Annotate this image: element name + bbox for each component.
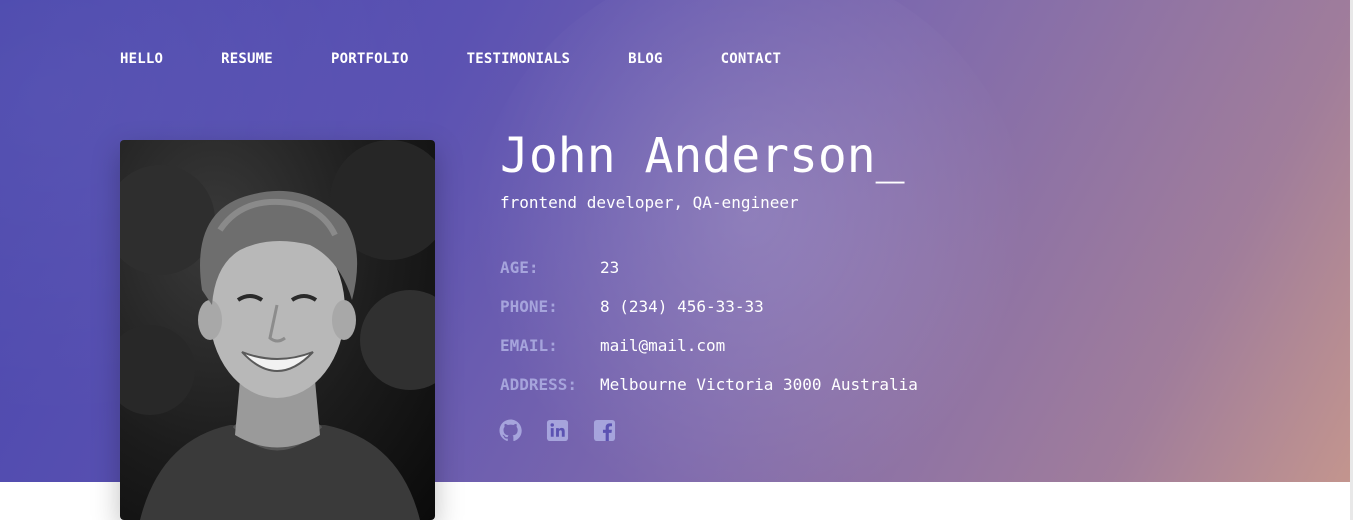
info-label-age: AGE: [500, 258, 539, 277]
profile-name: John Anderson_ [500, 128, 905, 184]
github-icon[interactable] [499, 419, 522, 442]
profile-subtitle: frontend developer, QA-engineer [500, 193, 799, 212]
social-links [499, 419, 616, 442]
info-value-age: 23 [600, 258, 620, 277]
info-label-address: ADDRESS: [500, 375, 578, 394]
hero-background-photo [470, 0, 1030, 482]
info-row-email: EMAIL: mail@mail.com [500, 336, 725, 355]
info-row-age: AGE: 23 [500, 258, 619, 277]
info-label-phone: PHONE: [500, 297, 558, 316]
nav-contact[interactable]: CONTACT [721, 51, 781, 67]
profile-photo [120, 140, 435, 520]
info-row-phone: PHONE: 8 (234) 456-33-33 [500, 297, 764, 316]
nav-blog[interactable]: BLOG [628, 51, 663, 67]
info-row-address: ADDRESS: Melbourne Victoria 3000 Australi… [500, 375, 918, 394]
info-label-email: EMAIL: [500, 336, 558, 355]
nav-hello[interactable]: HELLO [120, 51, 163, 67]
profile-photo-illustration [120, 140, 435, 520]
nav-portfolio[interactable]: PORTFOLIO [331, 51, 409, 67]
nav-resume[interactable]: RESUME [221, 51, 273, 67]
info-value-address: Melbourne Victoria 3000 Australia [600, 375, 918, 394]
main-nav: HELLO RESUME PORTFOLIO TESTIMONIALS BLOG… [120, 51, 781, 67]
info-value-phone: 8 (234) 456-33-33 [600, 297, 764, 316]
nav-testimonials[interactable]: TESTIMONIALS [467, 51, 571, 67]
linkedin-icon[interactable] [546, 419, 569, 442]
facebook-icon[interactable] [593, 419, 616, 442]
info-value-email: mail@mail.com [600, 336, 726, 355]
